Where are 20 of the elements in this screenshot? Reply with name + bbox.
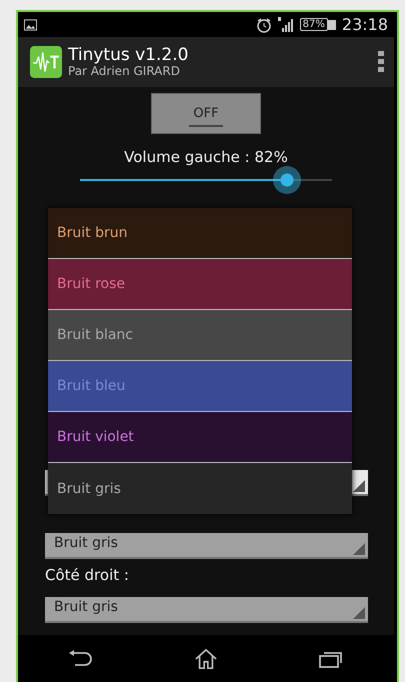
dropdown-option[interactable]: Bruit brun xyxy=(48,208,352,259)
field-label: Côté droit : xyxy=(45,565,130,585)
overflow-menu-icon[interactable] xyxy=(378,51,384,73)
dropdown-option[interactable]: Bruit blanc xyxy=(48,310,352,361)
dropdown-option[interactable]: Bruit rose xyxy=(48,259,352,310)
alarm-icon xyxy=(256,16,272,32)
dropdown-field[interactable]: Bruit gris xyxy=(45,597,368,623)
dropdown-option[interactable]: Bruit violet xyxy=(48,412,352,463)
battery-indicator: 87% xyxy=(300,18,328,31)
toggle-button[interactable]: OFF xyxy=(151,93,261,134)
clock-time: 23:18 xyxy=(342,15,388,34)
app-title: Tinytus v1.2.0 xyxy=(68,46,190,65)
home-icon[interactable] xyxy=(192,648,219,670)
dropdown-option[interactable]: Bruit gris xyxy=(48,463,352,514)
dropdown-field[interactable]: Bruit gris xyxy=(45,533,368,559)
app-logo-icon xyxy=(30,46,62,78)
volume-label: Volume gauche : 82% xyxy=(124,148,288,166)
app-subtitle: Par Adrien GIRARD xyxy=(68,64,181,78)
signal-icon xyxy=(278,16,294,32)
image-icon xyxy=(24,18,37,30)
